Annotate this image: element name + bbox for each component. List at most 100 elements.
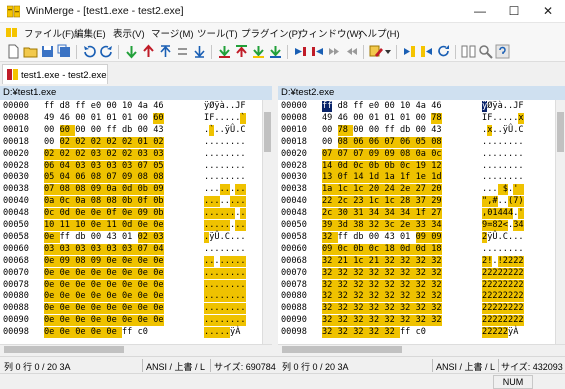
hex-byte[interactable]: 0b (153, 208, 164, 220)
hex-byte[interactable]: 0a (75, 196, 91, 208)
hex-byte[interactable]: e0 (91, 101, 101, 112)
hex-byte[interactable]: 32 (322, 267, 338, 279)
hex-byte[interactable]: 0f (137, 196, 154, 208)
minimize-button[interactable]: — (463, 0, 497, 23)
hex-byte[interactable]: 32 (415, 303, 432, 315)
hex-byte[interactable]: 09 (415, 231, 432, 243)
hex-byte[interactable]: 1c (353, 255, 369, 267)
hex-byte[interactable]: 32 (400, 303, 416, 315)
hex-byte[interactable]: 08 (106, 196, 122, 208)
hex-byte[interactable]: 09 (384, 148, 400, 160)
ascii-char[interactable]: . (240, 244, 245, 255)
hex-row[interactable]: 00030 05 04 06 08 07 09 08 08........ (0, 172, 262, 184)
hex-byte[interactable]: 0e (44, 291, 60, 303)
hex-byte[interactable]: 03 (90, 148, 107, 160)
hex-row[interactable]: 00000 ff d8 ff e0 00 10 4a 46 ÿ Øÿ à.. J F (0, 101, 262, 112)
hex-byte[interactable]: 09 (431, 231, 442, 243)
hex-byte[interactable]: 0e (137, 291, 154, 303)
hex-row[interactable]: 00090 0e 0e 0e 0e 0e 0e 0e 0e........ (0, 315, 262, 327)
hex-byte[interactable]: 10 (44, 220, 60, 231)
hex-byte[interactable]: 32 (353, 315, 369, 327)
hex-byte[interactable]: 14 (353, 172, 369, 184)
hex-byte[interactable]: 0f (106, 208, 122, 220)
hex-byte[interactable]: 01 (122, 113, 132, 124)
hex-byte[interactable]: 0e (59, 267, 76, 279)
hex-byte[interactable]: 12 (431, 160, 442, 172)
hex-byte[interactable]: 27 (415, 184, 432, 196)
hex-byte[interactable]: 04 (153, 243, 164, 255)
ascii-char[interactable]: 2 (518, 315, 524, 327)
hex-byte[interactable]: 09 (153, 184, 164, 196)
hex-byte[interactable]: 19 (415, 160, 432, 172)
menu-plugins[interactable]: プラグイン(P) (241, 26, 301, 40)
hex-byte[interactable]: 08 (337, 136, 354, 148)
ascii-char[interactable]: . (518, 244, 523, 255)
hex-byte[interactable]: 08 (137, 172, 154, 184)
ascii-char[interactable]: . (240, 220, 246, 231)
ascii-char[interactable]: . (240, 315, 246, 327)
hex-byte[interactable]: 0e (75, 208, 91, 220)
hex-byte[interactable]: 08 (59, 184, 76, 196)
hex-byte[interactable]: 02 (75, 136, 91, 148)
hex-byte[interactable]: 08 (431, 136, 442, 148)
row-offset[interactable]: 00028 (281, 161, 307, 172)
row-offset[interactable]: 00070 (3, 268, 29, 279)
hex-byte[interactable]: ff (353, 101, 363, 112)
maximize-button[interactable]: ☐ (497, 0, 531, 23)
hex-row[interactable]: 00098 32 32 32 32 32 ff c0 2 2 2 2 2 ÿ À (278, 327, 555, 339)
open-folder-icon[interactable] (23, 44, 38, 59)
ascii-char[interactable]: . (240, 279, 246, 291)
hex-byte[interactable]: 27 (431, 208, 442, 220)
hex-byte[interactable]: 0e (106, 279, 122, 291)
hex-byte[interactable]: 0e (106, 291, 122, 303)
hex-byte[interactable]: 01 (400, 113, 410, 124)
hex-byte[interactable]: 08 (75, 184, 91, 196)
hex-byte[interactable]: 00 (91, 125, 101, 136)
row-offset[interactable]: 00068 (3, 256, 29, 267)
ascii-char[interactable]: . (240, 232, 245, 243)
hex-row[interactable]: 00010 00 78 00 00 ff db 00 43. x.. ÿ Û. C (278, 124, 555, 136)
hex-byte[interactable]: 0e (122, 267, 138, 279)
hex-byte[interactable]: 32 (353, 267, 369, 279)
hex-byte[interactable]: ff (400, 327, 410, 338)
hex-byte[interactable]: 0e (153, 279, 164, 291)
hex-byte[interactable]: 0c (337, 243, 354, 255)
hex-byte[interactable]: 0e (59, 327, 76, 339)
row-offset[interactable]: 00078 (281, 280, 307, 291)
hex-byte[interactable]: d8 (338, 101, 348, 112)
hex-byte[interactable]: 1d (431, 172, 442, 184)
hex-byte[interactable]: 0e (137, 303, 154, 315)
menu-help[interactable]: ヘルプ(H) (358, 26, 400, 40)
hex-byte[interactable]: 07 (322, 148, 338, 160)
hex-byte[interactable]: 1f (400, 172, 416, 184)
hex-byte[interactable]: 0e (75, 291, 91, 303)
hex-byte[interactable]: 02 (153, 136, 164, 148)
hex-byte[interactable]: 10 (400, 101, 410, 112)
ascii-char[interactable]: . (240, 161, 245, 172)
hex-byte[interactable]: 0c (400, 160, 416, 172)
hex-byte[interactable]: 0e (153, 255, 164, 267)
options-icon[interactable] (369, 44, 384, 59)
ascii-char[interactable]: . (518, 149, 523, 160)
ascii-char[interactable]: 2 (518, 291, 524, 303)
tab-compare[interactable]: test1.exe - test2.exe (2, 64, 108, 84)
left-vertical-scrollbar[interactable] (262, 100, 272, 344)
hex-byte[interactable]: 78 (337, 124, 354, 136)
hex-byte[interactable]: 07 (353, 148, 369, 160)
hex-row[interactable]: 00020 02 02 02 03 02 02 03 03........ (0, 148, 262, 160)
hex-byte[interactable]: 0d (337, 160, 354, 172)
hex-row[interactable]: 00060 03 03 03 03 03 03 07 04........ (0, 243, 262, 255)
hex-byte[interactable]: 13 (322, 172, 338, 184)
menu-edit[interactable]: 編集(E) (74, 26, 106, 40)
hex-byte[interactable]: 46 (153, 101, 163, 112)
row-offset[interactable]: 00088 (3, 303, 29, 314)
hex-byte[interactable]: 09 (59, 255, 76, 267)
hex-byte[interactable]: 32 (337, 315, 354, 327)
ascii-char[interactable]: . (240, 291, 246, 303)
hex-byte[interactable]: 00 (384, 101, 394, 112)
row-offset[interactable]: 00078 (3, 280, 29, 291)
save-all-icon[interactable] (57, 44, 72, 59)
ascii-char[interactable]: . (518, 172, 523, 183)
ascii-char[interactable]: ' (518, 208, 524, 220)
hex-row[interactable]: 00060 09 0c 0b 0c 18 0d 0d 18........ (278, 243, 555, 255)
